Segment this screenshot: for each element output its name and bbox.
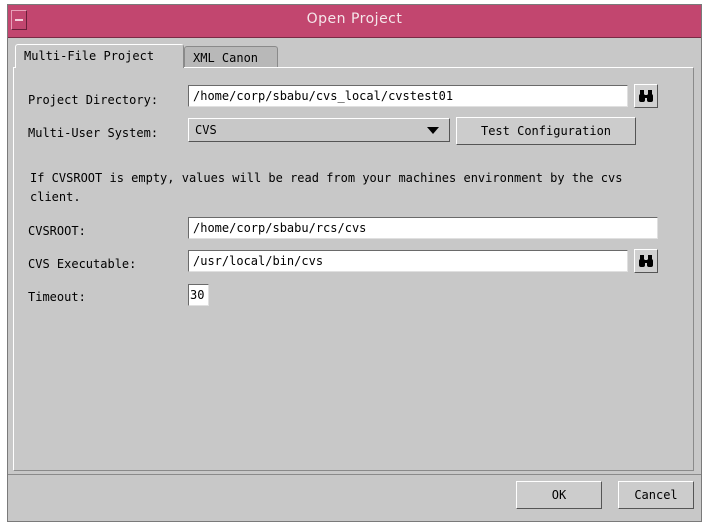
multi-user-system-label: Multi-User System:: [28, 126, 159, 140]
tab-multi-file-project[interactable]: Multi-File Project: [15, 44, 184, 68]
open-project-dialog: Open Project Multi-File Project XML Cano…: [7, 4, 702, 522]
project-directory-field[interactable]: /home/corp/sbabu/cvs_local/cvstest01: [188, 85, 628, 107]
cvs-executable-browse-button[interactable]: [634, 249, 658, 273]
cvs-executable-label: CVS Executable:: [28, 257, 137, 271]
tab-xml-canon[interactable]: XML Canon: [184, 46, 278, 68]
ok-button[interactable]: OK: [516, 481, 602, 509]
title-bar[interactable]: Open Project: [8, 5, 701, 38]
binoculars-icon: [639, 255, 653, 267]
cvsroot-info-text: If CVSROOT is empty, values will be read…: [30, 171, 623, 204]
binoculars-icon: [639, 90, 653, 102]
project-directory-browse-button[interactable]: [634, 84, 658, 108]
cvsroot-label: CVSROOT:: [28, 224, 86, 238]
button-area-divider: [8, 474, 701, 475]
multi-user-system-select[interactable]: CVS: [188, 118, 450, 142]
multi-user-system-value: CVS: [195, 123, 217, 137]
project-directory-label: Project Directory:: [28, 93, 159, 107]
chevron-down-icon: [427, 127, 439, 134]
timeout-field[interactable]: 30: [188, 284, 209, 306]
timeout-label: Timeout:: [28, 290, 86, 304]
window-title: Open Project: [306, 11, 403, 27]
cvs-executable-field[interactable]: /usr/local/bin/cvs: [188, 250, 628, 272]
cancel-button[interactable]: Cancel: [618, 481, 694, 509]
test-configuration-button[interactable]: Test Configuration: [456, 117, 636, 145]
cvsroot-field[interactable]: /home/corp/sbabu/rcs/cvs: [188, 217, 658, 239]
